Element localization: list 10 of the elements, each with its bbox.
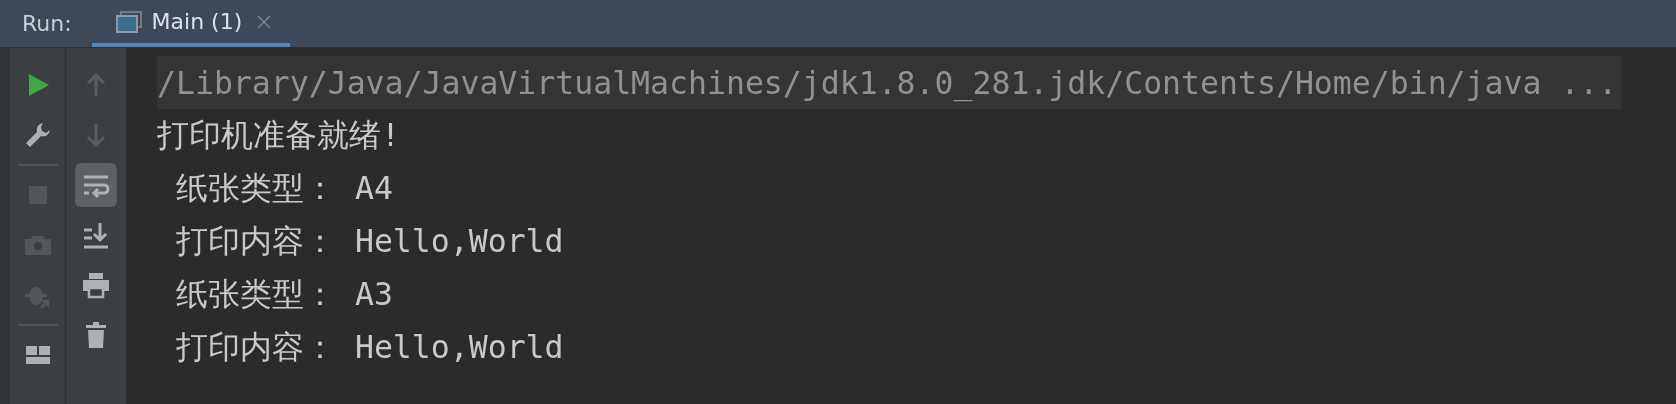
console-output-line: 打印内容： Hello,World	[174, 327, 565, 367]
console-output-line: 纸张类型： A4	[174, 168, 394, 208]
window-icon	[115, 10, 142, 33]
close-icon[interactable]	[256, 13, 273, 30]
soft-wrap-icon[interactable]	[75, 163, 117, 207]
console-output-line: 打印内容： Hello,World	[174, 221, 565, 261]
console-tab[interactable]: Main (1)	[91, 0, 291, 47]
console-output-line: 打印机准备就绪!	[157, 115, 401, 155]
console-output-line: 纸张类型： A3	[174, 274, 394, 314]
run-label: Run:	[22, 11, 72, 36]
